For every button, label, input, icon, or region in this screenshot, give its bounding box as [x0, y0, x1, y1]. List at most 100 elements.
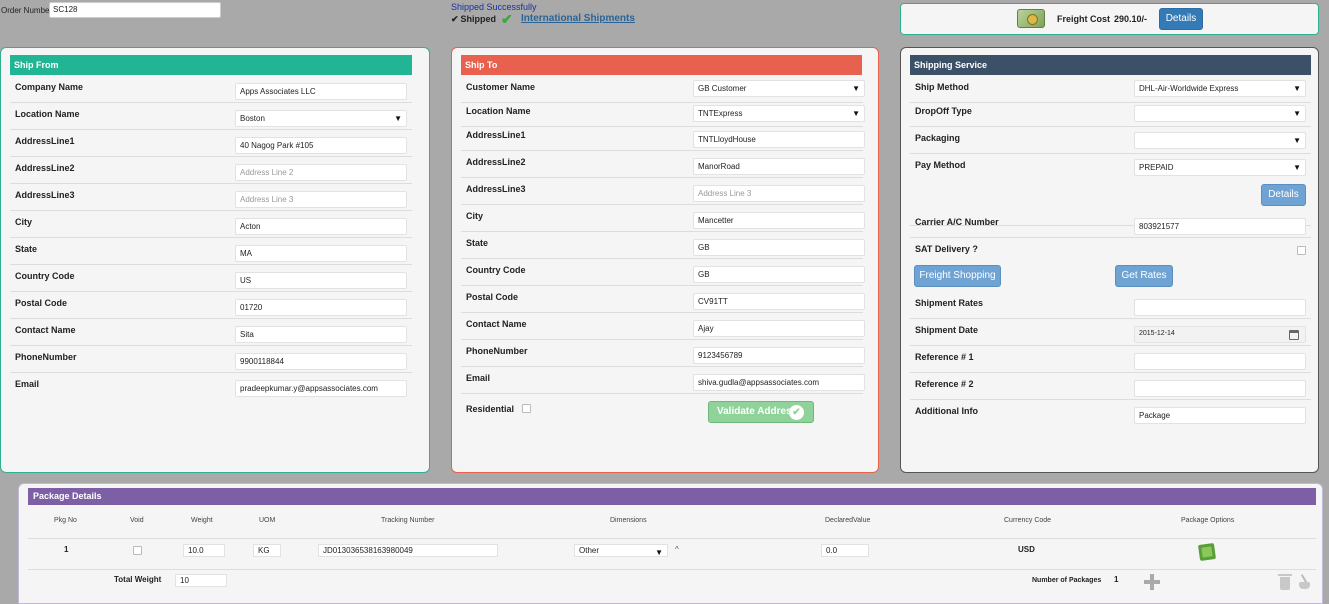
to-addr2-input[interactable]: ManorRoad — [693, 158, 865, 175]
validate-address-button[interactable]: Validate Address ✔ — [708, 401, 814, 423]
package-options-icon[interactable] — [1197, 542, 1217, 562]
uom-input[interactable]: KG — [253, 544, 281, 557]
svc-rates-row: Shipment Rates — [910, 292, 1311, 319]
to-contact-row: Contact Name Ajay — [461, 313, 865, 340]
from-postal-label: Postal Code — [15, 298, 68, 308]
weight-input[interactable]: 10.0 — [183, 544, 225, 557]
clear-icon[interactable] — [1297, 574, 1311, 589]
pay-method-label: Pay Method — [915, 160, 966, 170]
dimensions-toggle[interactable]: ^ — [675, 545, 679, 554]
service-details-button[interactable]: Details — [1261, 184, 1306, 206]
to-city-input[interactable]: Mancetter — [693, 212, 865, 229]
from-state-row: State MA — [10, 238, 412, 265]
order-number-label: Order Number — [1, 6, 53, 15]
shipment-date-label: Shipment Date — [915, 325, 979, 335]
add-package-icon[interactable] — [1144, 574, 1160, 590]
small-check-icon: ✔ — [451, 14, 459, 24]
ship-method-select[interactable]: DHL-Air-Worldwide Express — [1134, 80, 1306, 97]
shipping-service-header: Shipping Service — [910, 55, 1311, 75]
from-phone-label: PhoneNumber — [15, 352, 77, 362]
from-addr1-input[interactable]: 40 Nagog Park #105 — [235, 137, 407, 154]
to-email-label: Email — [466, 373, 491, 383]
pay-method-select[interactable]: PREPAID — [1134, 159, 1306, 176]
total-weight-label: Total Weight — [114, 575, 162, 584]
from-city-input[interactable]: Acton — [235, 218, 407, 235]
to-contact-input[interactable]: Ajay — [693, 320, 865, 337]
to-state-label: State — [466, 238, 489, 248]
shipment-date-input[interactable]: 2015-12-14 — [1134, 326, 1306, 343]
from-email-input[interactable]: pradeepkumar.y@appsassociates.com — [235, 380, 407, 397]
from-postal-input[interactable]: 01720 — [235, 299, 407, 316]
reference-2-input[interactable] — [1134, 380, 1306, 397]
to-email-input[interactable]: shiva.gudla@appsassociates.com — [693, 374, 865, 391]
freight-cost-value: 290.10/- — [1114, 14, 1148, 24]
from-addr3-input[interactable]: Address Line 3 — [235, 191, 407, 208]
col-declared-value: DeclaredValue — [825, 517, 871, 524]
money-icon — [1017, 9, 1045, 28]
ship-method-label: Ship Method — [915, 82, 969, 92]
col-currency-code: Currency Code — [1004, 517, 1052, 524]
declared-value-input[interactable]: 0.0 — [821, 544, 869, 557]
validate-address-label: Validate Address — [717, 406, 798, 417]
svc-sat-row: SAT Delivery ? — [910, 238, 1311, 265]
freight-shopping-button[interactable]: Freight Shopping — [914, 265, 1001, 287]
ship-from-panel: Ship From Company Name Apps Associates L… — [0, 47, 430, 473]
shipped-status: ✔ Shipped — [451, 14, 496, 25]
freight-details-button[interactable]: Details — [1159, 8, 1203, 30]
svc-info-row: Additional Info Package — [910, 400, 1311, 427]
from-postal-row: Postal Code 01720 — [10, 292, 412, 319]
number-of-packages-label: Number of Packages — [1032, 577, 1102, 584]
from-email-row: Email pradeepkumar.y@appsassociates.com — [10, 373, 412, 400]
dropoff-type-select[interactable] — [1134, 105, 1306, 122]
from-state-input[interactable]: MA — [235, 245, 407, 262]
residential-checkbox[interactable] — [522, 404, 531, 413]
total-weight-input[interactable]: 10 — [175, 574, 227, 587]
to-residential-label: Residential — [466, 404, 515, 414]
reference-1-input[interactable] — [1134, 353, 1306, 370]
from-email-label: Email — [15, 379, 40, 389]
shipment-rates-input[interactable] — [1134, 299, 1306, 316]
sat-delivery-checkbox[interactable] — [1297, 246, 1306, 255]
to-location-select[interactable]: TNTExpress — [693, 105, 865, 122]
to-postal-row: Postal Code CV91TT — [461, 286, 865, 313]
pkg-no-value: 1 — [64, 545, 69, 554]
tracking-number-input[interactable]: JD013036538163980049 — [318, 544, 498, 557]
international-shipments-link[interactable]: International Shipments — [521, 13, 635, 24]
to-addr2-label: AddressLine2 — [466, 157, 526, 167]
from-contact-row: Contact Name Sita — [10, 319, 412, 346]
from-company-input[interactable]: Apps Associates LLC — [235, 83, 407, 100]
from-addr2-row: AddressLine2 Address Line 2 — [10, 157, 412, 184]
to-customer-select[interactable]: GB Customer — [693, 80, 865, 97]
to-postal-label: Postal Code — [466, 292, 519, 302]
number-of-packages-input[interactable]: 1 — [1110, 574, 1140, 587]
from-contact-input[interactable]: Sita — [235, 326, 407, 343]
to-postal-input[interactable]: CV91TT — [693, 293, 865, 310]
to-state-input[interactable]: GB — [693, 239, 865, 256]
from-location-label: Location Name — [15, 109, 80, 119]
order-number-input[interactable]: SC128 — [49, 2, 221, 18]
calendar-icon[interactable] — [1289, 330, 1299, 340]
svc-dropoff-row: DropOff Type — [910, 100, 1311, 127]
from-addr2-input[interactable]: Address Line 2 — [235, 164, 407, 181]
to-country-row: Country Code GB — [461, 259, 865, 286]
from-addr1-row: AddressLine1 40 Nagog Park #105 — [10, 130, 412, 157]
dimensions-select[interactable]: Other — [574, 544, 668, 557]
void-checkbox[interactable] — [133, 546, 142, 555]
from-company-row: Company Name Apps Associates LLC — [10, 76, 412, 103]
additional-info-input[interactable]: Package — [1134, 407, 1306, 424]
from-phone-input[interactable]: 9900118844 — [235, 353, 407, 370]
delete-icon[interactable] — [1278, 574, 1292, 590]
from-country-input[interactable]: US — [235, 272, 407, 289]
carrier-account-input[interactable]: 803921577 — [1134, 218, 1306, 235]
shipped-status-text: Shipped — [460, 14, 497, 24]
to-country-input[interactable]: GB — [693, 266, 865, 283]
to-phone-input[interactable]: 9123456789 — [693, 347, 865, 364]
from-location-select[interactable]: Boston — [235, 110, 407, 127]
to-city-row: City Mancetter — [461, 205, 865, 232]
to-addr1-input[interactable]: TNTLloydHouse — [693, 131, 865, 148]
from-addr3-label: AddressLine3 — [15, 190, 75, 200]
get-rates-button[interactable]: Get Rates — [1115, 265, 1173, 287]
to-location-row: Location Name TNTExpress — [461, 100, 865, 127]
packaging-select[interactable] — [1134, 132, 1306, 149]
to-addr3-input[interactable]: Address Line 3 — [693, 185, 865, 202]
